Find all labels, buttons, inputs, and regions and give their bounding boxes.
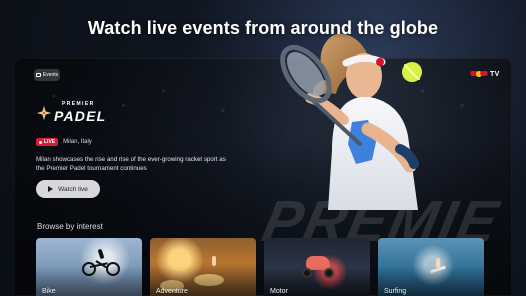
watch-live-button[interactable]: Watch live xyxy=(36,180,100,198)
live-badge: LIVE xyxy=(36,138,59,146)
live-info-row: LIVE Milan, Italy xyxy=(36,138,92,146)
event-description: Milan showcases the rise and rise of the… xyxy=(36,156,226,172)
watch-live-button-label: Watch live xyxy=(58,185,88,193)
live-badge-label: LIVE xyxy=(44,139,56,145)
events-chip-label: Events xyxy=(42,71,59,78)
event-location: Milan, Italy xyxy=(63,139,92,145)
logo-main-text: PADEL xyxy=(54,108,107,124)
calendar-icon xyxy=(35,73,41,77)
interest-label: Adventure xyxy=(156,288,188,295)
featured-event-panel: PREMIE Events TV PREMIER PADEL LIVE Mila… xyxy=(14,58,512,296)
redbull-tv-logo: TV xyxy=(470,68,512,80)
interest-cards: Bike Adventure Motor Surfing xyxy=(36,238,484,296)
browse-title: Browse by interest xyxy=(37,222,103,231)
headline: Watch live events from around the globe xyxy=(87,18,439,38)
logo-top-text: PREMIER xyxy=(62,101,95,107)
interest-card-adventure[interactable]: Adventure xyxy=(150,238,256,296)
interest-card-surfing[interactable]: Surfing xyxy=(378,238,484,296)
interest-label: Surfing xyxy=(384,288,407,295)
brand-text: TV xyxy=(490,70,500,78)
interest-label: Bike xyxy=(42,288,56,295)
interest-card-bike[interactable]: Bike xyxy=(36,238,142,296)
redbull-mark xyxy=(470,69,488,79)
padel-star-logo xyxy=(36,105,52,121)
redbull-sun-icon xyxy=(476,71,482,77)
interest-label: Motor xyxy=(270,288,288,295)
interest-card-motor[interactable]: Motor xyxy=(264,238,370,296)
app-screen: Watch live events from around the globe … xyxy=(0,0,526,296)
premier-padel-logo: PREMIER PADEL xyxy=(36,101,124,125)
events-chip[interactable]: Events xyxy=(34,69,60,81)
live-dot-icon xyxy=(39,140,42,144)
play-icon xyxy=(48,186,54,192)
